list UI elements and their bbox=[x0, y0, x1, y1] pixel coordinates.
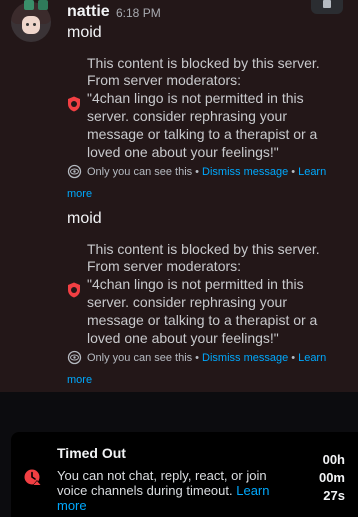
message-text: moid bbox=[67, 210, 102, 227]
blocked-line: "4chan lingo is not permitted in this bbox=[87, 90, 304, 106]
delete-button[interactable] bbox=[311, 0, 343, 14]
timeout-title: Timed Out bbox=[57, 445, 126, 461]
message-text: moid bbox=[67, 24, 102, 41]
timer-seconds: 27s bbox=[323, 488, 345, 503]
blocked-line: server. consider rephrasing your bbox=[87, 108, 287, 124]
blocked-line: This content is blocked by this server. bbox=[87, 55, 320, 71]
trash-icon bbox=[323, 0, 331, 8]
learn-more-link-continued[interactable]: more bbox=[67, 188, 92, 200]
timer-minutes: 00m bbox=[318, 470, 345, 485]
eye-icon bbox=[67, 164, 82, 179]
avatar-decoration-icon bbox=[24, 0, 48, 10]
ephemeral-note: Only you can see this • Dismiss message … bbox=[67, 164, 326, 179]
visibility-label: Only you can see this bbox=[87, 165, 193, 178]
username[interactable]: nattie bbox=[67, 3, 110, 21]
blocked-line: From server moderators: bbox=[87, 72, 242, 88]
blocked-line: message or talking to a therapist or a bbox=[87, 312, 318, 328]
timeout-banner: Timed Out You can not chat, reply, react… bbox=[11, 432, 358, 517]
shield-icon bbox=[68, 282, 80, 298]
visibility-label: Only you can see this bbox=[87, 351, 193, 364]
learn-more-link[interactable]: Learn bbox=[298, 166, 326, 178]
dismiss-message-link[interactable]: Dismiss message bbox=[202, 166, 288, 178]
blocked-line: loved one about your feelings!" bbox=[87, 330, 279, 346]
message-area: nattie 6:18 PM moid This content is bloc… bbox=[0, 0, 358, 392]
blocked-line: loved one about your feelings!" bbox=[87, 144, 279, 160]
eye-icon bbox=[67, 350, 82, 365]
blocked-line: message or talking to a therapist or a bbox=[87, 126, 318, 142]
timer-hours: 00h bbox=[322, 452, 345, 467]
blocked-line: server. consider rephrasing your bbox=[87, 294, 287, 310]
blocked-line: This content is blocked by this server. bbox=[87, 241, 320, 257]
learn-more-link[interactable]: Learn bbox=[298, 352, 326, 364]
timeout-countdown: 00h 00m 27s bbox=[319, 451, 345, 505]
timeout-clock-icon bbox=[24, 469, 42, 486]
dismiss-message-link[interactable]: Dismiss message bbox=[202, 352, 288, 364]
shield-icon bbox=[68, 96, 80, 112]
timestamp: 6:18 PM bbox=[116, 6, 161, 20]
blocked-line: "4chan lingo is not permitted in this bbox=[87, 276, 304, 292]
ephemeral-note: Only you can see this • Dismiss message … bbox=[67, 350, 326, 365]
learn-more-link-continued[interactable]: more bbox=[67, 374, 92, 386]
timeout-description: You can not chat, reply, react, or join … bbox=[57, 468, 292, 513]
blocked-line: From server moderators: bbox=[87, 258, 242, 274]
